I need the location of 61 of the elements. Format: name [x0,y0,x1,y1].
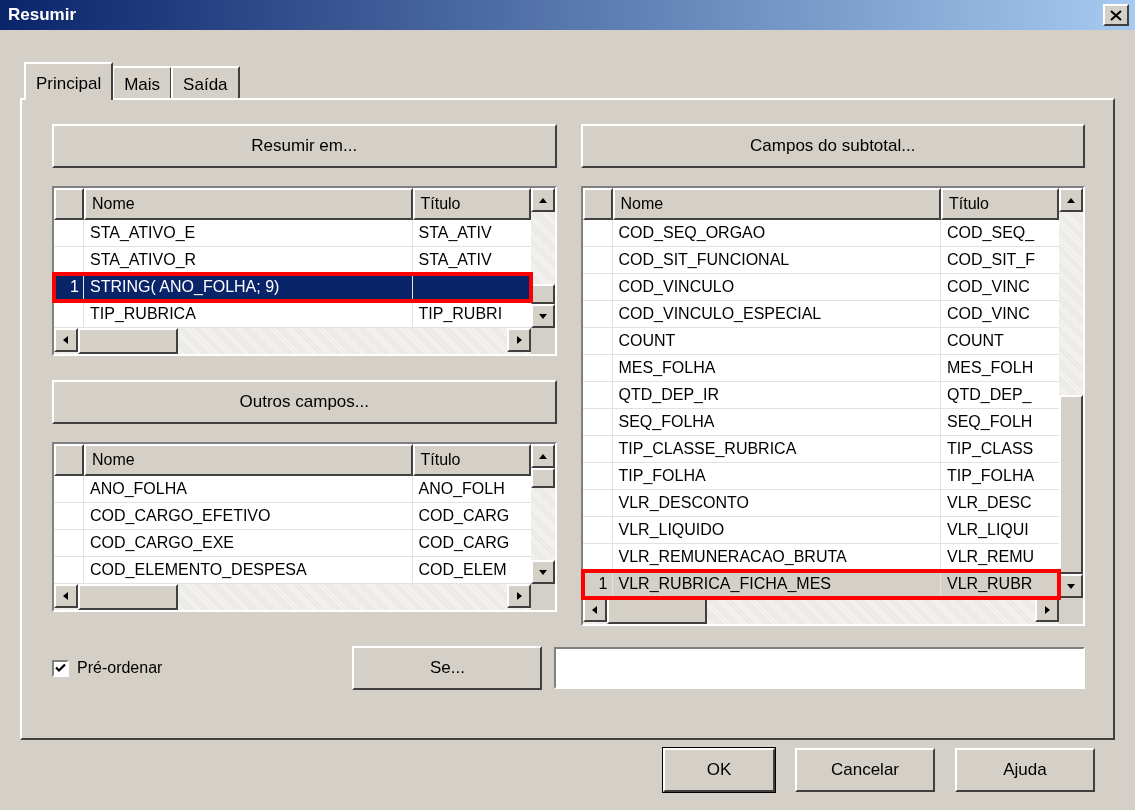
table-cell-text: COUNT [946,331,1005,351]
table-cell: VLR_RUBRICA_FICHA_MES [612,571,941,597]
column-header: Título [412,188,531,220]
table-cell: QTD_DEP_IR [612,382,941,408]
table-cell: SEQ_FOLHA [612,409,941,435]
condition-button[interactable]: Se... [352,646,543,690]
table-cell: COD_CARGO_EXE [84,530,413,556]
table-cell-text: VLR_RUBR [946,574,1034,594]
dialog-button[interactable]: OK [663,748,775,792]
tab[interactable]: Mais [112,66,173,98]
table-cell-text: COD_VINC [946,277,1031,297]
group-button[interactable]: Resumir em... [52,124,557,168]
table-cell: COD_CARGO_EFETIVO [84,503,413,529]
table-cell-text: STA_ATIV [417,223,493,243]
dialog-button[interactable]: Cancelar [795,748,935,792]
table-cell: STRING( ANO_FOLHA; 9) [84,274,413,300]
table-cell-text: TIP_CLASS [946,439,1035,459]
column-header: Nome [612,188,941,220]
table-cell-text: MES_FOLH [946,358,1035,378]
tab[interactable]: Saída [171,66,240,98]
table-cell-text: COD_CARG [417,506,511,526]
table-cell: COD_VINCULO_ESPECIAL [612,301,941,327]
table-cell: STA_ATIVO_E [84,220,413,246]
column-header: Nome [84,188,413,220]
table-cell-text: COD_VINC [946,304,1031,324]
table-cell: COD_ELEMENTO_DESPESA [84,557,413,583]
group-button[interactable]: Campos do subtotal... [580,124,1085,168]
table-cell-text: SEQ_FOLH [946,412,1034,432]
table-cell-text: STA_ATIV [417,250,493,270]
table-cell: VLR_DESCONTO [612,490,941,516]
table-cell-text: COD_SIT_F [946,250,1036,270]
checkbox-label: Pré-ordenar [77,658,163,678]
table-cell-text: VLR_LIQUI [946,520,1030,540]
column-header: Nome [84,444,413,476]
table-cell-text: ANO_FOLH [417,479,506,499]
column-header: Título [412,444,531,476]
table-cell-text: COD_SEQ_ [946,223,1036,243]
table-cell-text: VLR_DESC [946,493,1033,513]
table-cell: COD_SIT_FUNCIONAL [612,247,941,273]
table-cell: TIP_CLASSE_RUBRICA [612,436,941,462]
table-cell-text: TIP_FOLHA [946,466,1036,486]
tab[interactable]: Principal [24,62,114,100]
window-title: Resumir [8,4,77,27]
table-cell-text: VLR_REMU [946,547,1036,567]
highlighted-row[interactable]: 1 VLR_RUBRICA_FICHA_MES VLR_RUBR [582,571,1059,598]
table-cell-text: COD_CARG [417,533,511,553]
table-cell: TIP_FOLHA [612,463,941,489]
dialog-button[interactable]: Ajuda [955,748,1095,792]
table-cell: ANO_FOLHA [84,476,413,502]
table-cell: COUNT [612,328,941,354]
column-header: Título [941,188,1059,220]
highlighted-row[interactable]: 1 STRING( ANO_FOLHA; 9) [54,274,531,301]
table-cell: COD_VINCULO [612,274,941,300]
table-cell-text: TIP_RUBRI [417,304,504,324]
table-cell: COD_SEQ_ORGAO [612,220,941,246]
table-cell-text: QTD_DEP_ [946,385,1033,405]
table-cell-text: COD_ELEM [417,560,508,580]
table-cell: MES_FOLHA [612,355,941,381]
table-cell: VLR_LIQUIDO [612,517,941,543]
group-button[interactable]: Outros campos... [52,380,557,424]
table-cell: TIP_RUBRICA [84,301,413,327]
